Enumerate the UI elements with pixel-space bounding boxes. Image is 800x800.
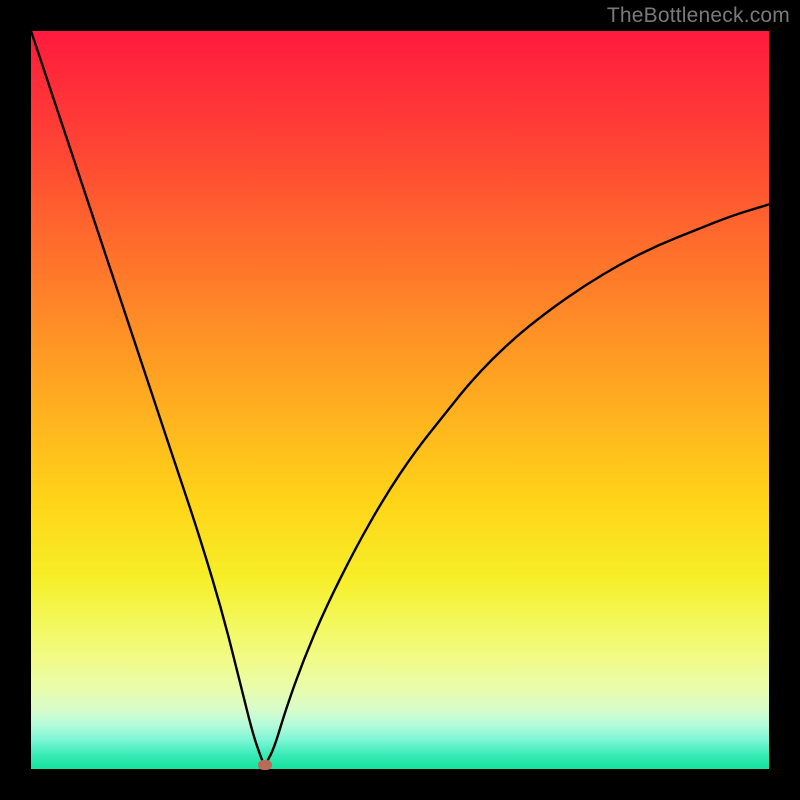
chart-frame: TheBottleneck.com	[0, 0, 800, 800]
curve-path	[31, 31, 769, 764]
min-marker	[258, 760, 272, 770]
bottleneck-curve	[31, 31, 769, 769]
plot-area	[31, 31, 769, 769]
watermark-text: TheBottleneck.com	[607, 4, 790, 28]
